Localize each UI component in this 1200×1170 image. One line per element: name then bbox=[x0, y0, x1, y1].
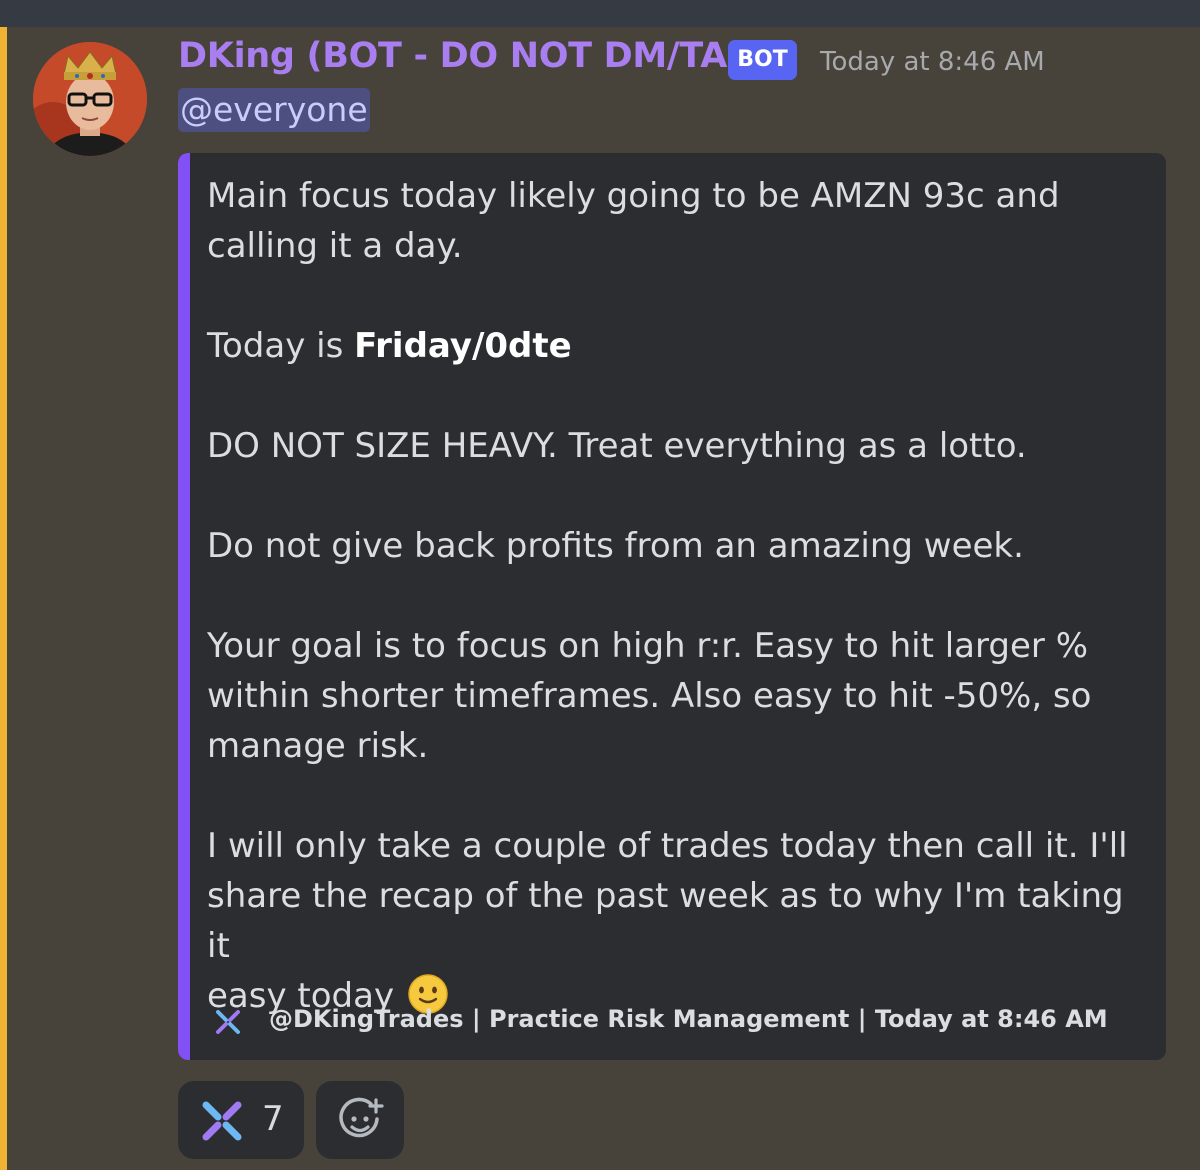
mention-highlight-bar bbox=[0, 27, 7, 1170]
reaction-server-logo[interactable]: 7 bbox=[178, 1081, 304, 1159]
add-reaction-icon bbox=[339, 1097, 384, 1138]
embed-footer-text: @DKingTrades | Practice Risk Management … bbox=[269, 1005, 1108, 1033]
bot-tag: BOT bbox=[728, 40, 797, 80]
everyone-mention[interactable]: @everyone bbox=[178, 88, 370, 132]
embed-line: Do not give back profits from an amazing… bbox=[207, 526, 1024, 566]
message-timestamp[interactable]: Today at 8:46 AM bbox=[820, 47, 1045, 77]
embed-line: calling it a day. bbox=[207, 226, 463, 266]
reaction-count: 7 bbox=[262, 1099, 284, 1139]
embed-line: Today is bbox=[207, 326, 355, 366]
avatar[interactable] bbox=[33, 42, 147, 156]
embed-accent-stripe bbox=[178, 153, 190, 1060]
embed-line: DO NOT SIZE HEAVY. Treat everything as a… bbox=[207, 426, 1027, 466]
top-bar bbox=[0, 0, 1200, 27]
add-reaction-button[interactable] bbox=[316, 1081, 404, 1159]
server-logo-icon bbox=[216, 1010, 240, 1034]
embed-line: share the recap of the past week as to w… bbox=[207, 876, 1135, 966]
embed-bold-text: Friday/0dte bbox=[354, 326, 572, 366]
message-embed: Main focus today likely going to be AMZN… bbox=[178, 153, 1166, 1060]
embed-line: manage risk. bbox=[207, 726, 429, 766]
server-logo-emoji-icon bbox=[202, 1101, 242, 1141]
embed-line: I will only take a couple of trades toda… bbox=[207, 826, 1128, 866]
embed-line: Your goal is to focus on high r:r. Easy … bbox=[207, 626, 1088, 666]
embed-line: within shorter timeframes. Also easy to … bbox=[207, 676, 1092, 716]
username[interactable]: DKing (BOT - DO NOT DM/TAG) bbox=[178, 36, 771, 76]
embed-description: Main focus today likely going to be AMZN… bbox=[207, 171, 1137, 1021]
embed-line: Main focus today likely going to be AMZN… bbox=[207, 176, 1060, 216]
